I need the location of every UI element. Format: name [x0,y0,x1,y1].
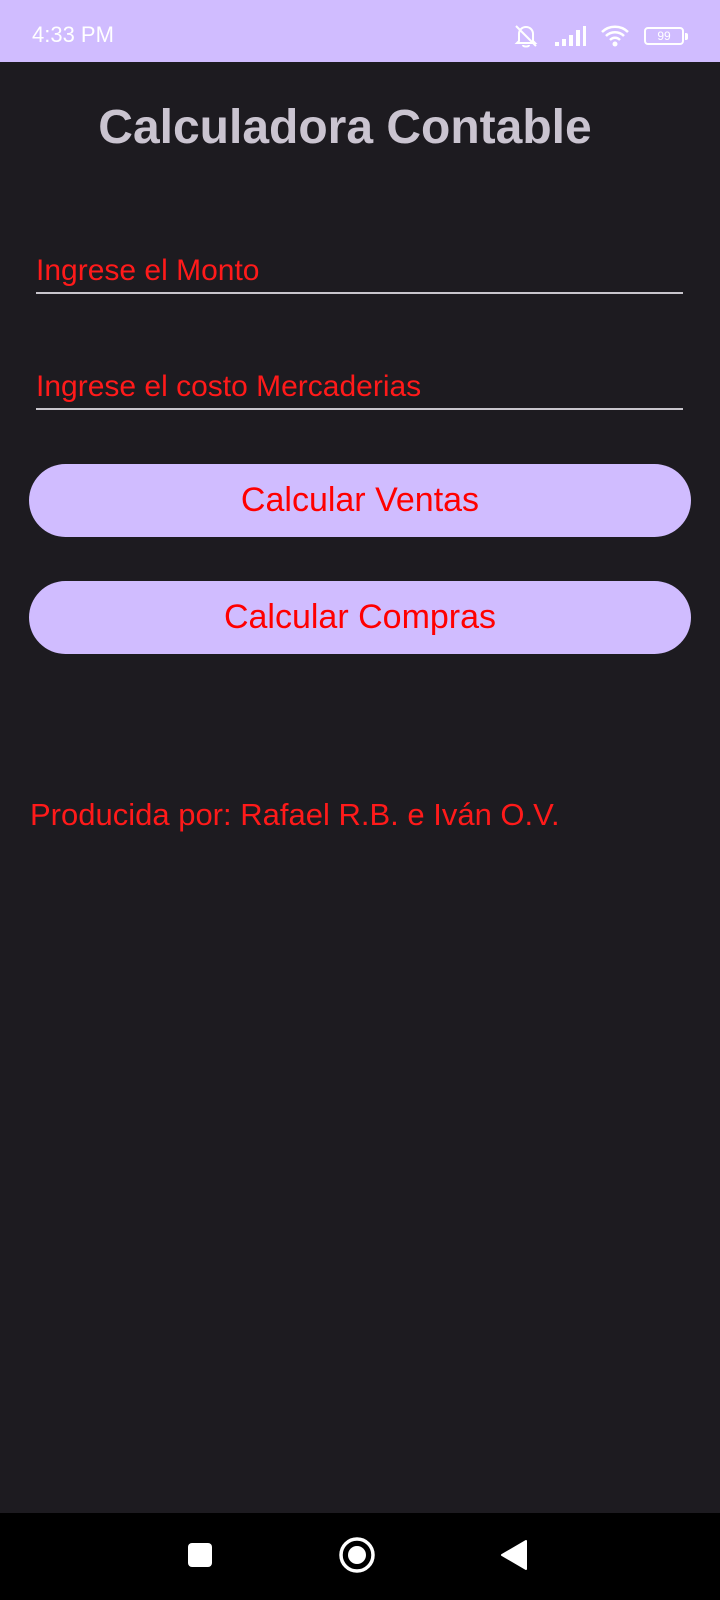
costo-mercaderias-input[interactable] [36,350,683,416]
battery-level: 99 [657,29,671,43]
app-screen: 4:33 PM 99 Calculadora Contable Ingrese … [0,0,720,1600]
status-bar: 4:33 PM 99 [0,0,720,62]
navigation-bar [0,1513,720,1600]
recents-icon [187,1542,213,1573]
credit-text: Producida por: Rafael R.B. e Iván O.V. [30,797,560,832]
status-time: 4:33 PM [32,22,114,47]
monto-field [36,234,683,300]
monto-input[interactable] [36,234,683,300]
battery-icon: 99 [644,27,688,45]
back-icon [500,1539,528,1576]
signal-icon [554,25,586,47]
costo-mercaderias-field [36,350,683,416]
wifi-icon [600,24,630,48]
status-icons: 99 [512,22,688,50]
home-icon [338,1536,376,1579]
calcular-compras-button[interactable]: Calcular Compras [29,581,691,654]
home-button[interactable] [335,1535,379,1579]
mute-icon [512,23,540,49]
back-button[interactable] [492,1535,536,1579]
calcular-ventas-button[interactable]: Calcular Ventas [29,464,691,537]
page-title: Calculadora Contable [98,101,592,154]
recents-button[interactable] [178,1535,222,1579]
